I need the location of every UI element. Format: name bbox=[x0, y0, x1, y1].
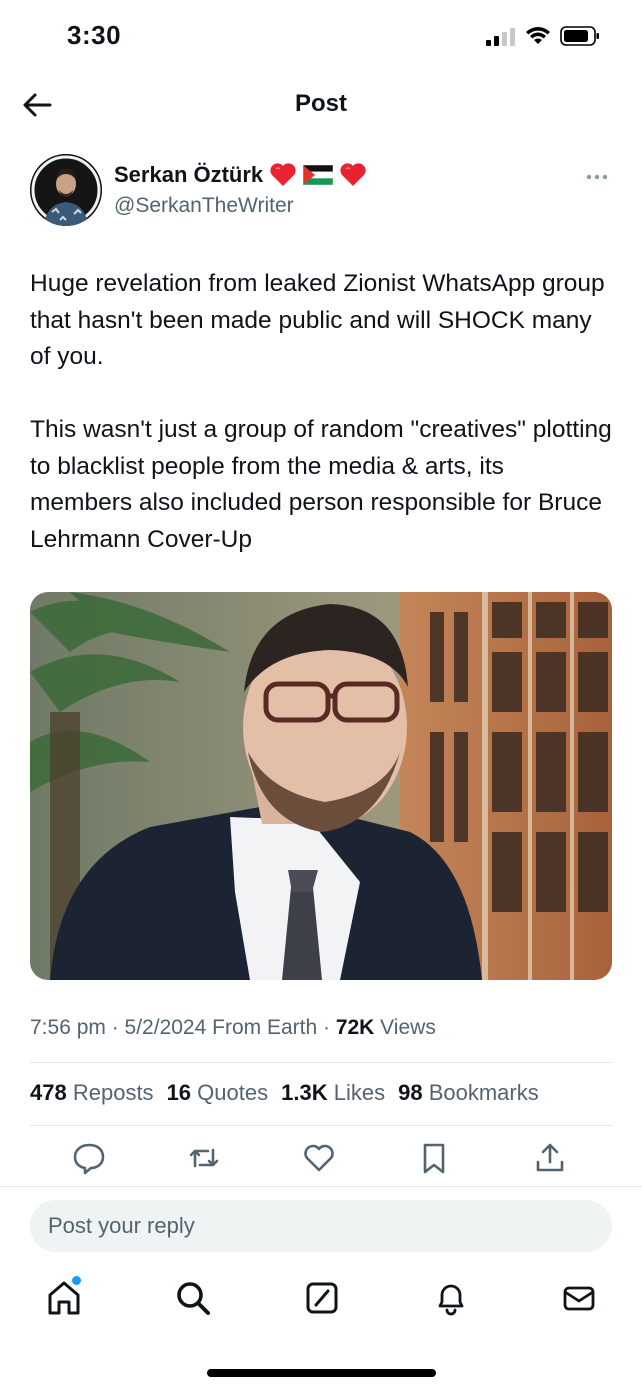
reply-placeholder: Post your reply bbox=[48, 1213, 195, 1238]
battery-icon bbox=[560, 26, 599, 46]
bookmark-icon[interactable] bbox=[416, 1140, 452, 1176]
grok-icon bbox=[306, 1282, 338, 1314]
engagement-stats: 478 Reposts 16 Quotes 1.3K Likes 98 Book… bbox=[30, 1080, 539, 1106]
author-header: Serkan Öztürk @SerkanTheWriter bbox=[30, 154, 612, 230]
status-time: 3:30 bbox=[67, 20, 122, 50]
divider bbox=[30, 1125, 612, 1126]
reply-input[interactable]: Post your reply bbox=[30, 1200, 612, 1252]
tweet-timestamp: 7:56 pm · 5/2/2024 From Earth · bbox=[30, 1016, 336, 1039]
divider bbox=[0, 1186, 642, 1187]
red-heart-icon bbox=[270, 163, 296, 186]
avatar[interactable] bbox=[30, 154, 102, 226]
repost-icon[interactable] bbox=[186, 1140, 222, 1176]
messages-icon bbox=[563, 1286, 595, 1311]
tab-search[interactable] bbox=[173, 1278, 213, 1318]
author-handle[interactable]: @SerkanTheWriter bbox=[114, 194, 294, 218]
reply-icon[interactable] bbox=[71, 1140, 107, 1176]
author-name[interactable]: Serkan Öztürk bbox=[114, 162, 367, 188]
tweet-text: Huge revelation from leaked Zionist What… bbox=[30, 270, 612, 553]
notification-dot bbox=[72, 1276, 81, 1285]
status-bar: 3:30 bbox=[0, 0, 642, 72]
tab-home[interactable] bbox=[44, 1276, 84, 1318]
palestine-flag-icon bbox=[303, 165, 334, 185]
stat-reposts[interactable]: 478 Reposts bbox=[30, 1080, 154, 1106]
divider bbox=[30, 1062, 612, 1063]
stat-bookmarks[interactable]: 98 Bookmarks bbox=[398, 1080, 539, 1106]
nav-bar: Post bbox=[0, 76, 642, 132]
views-label: Views bbox=[374, 1016, 436, 1039]
stat-likes[interactable]: 1.3K Likes bbox=[281, 1080, 385, 1106]
bottom-tab-bar bbox=[0, 1276, 642, 1324]
views-count: 72K bbox=[335, 1016, 375, 1039]
tab-grok[interactable] bbox=[302, 1278, 342, 1318]
wifi-icon bbox=[526, 27, 550, 44]
tweet-actions bbox=[30, 1140, 612, 1180]
notifications-icon bbox=[438, 1284, 464, 1316]
share-icon[interactable] bbox=[532, 1140, 568, 1176]
tab-notifications[interactable] bbox=[431, 1278, 471, 1318]
author-name-text: Serkan Öztürk bbox=[114, 162, 264, 187]
home-indicator[interactable] bbox=[207, 1369, 436, 1377]
like-icon[interactable] bbox=[301, 1140, 337, 1176]
tweet-meta: 7:56 pm · 5/2/2024 From Earth · 72K View… bbox=[30, 1016, 436, 1040]
signal-icon bbox=[486, 28, 515, 46]
red-heart-icon bbox=[340, 163, 366, 186]
stat-quotes[interactable]: 16 Quotes bbox=[167, 1080, 269, 1106]
page-title: Post bbox=[294, 90, 347, 117]
tweet-photo[interactable] bbox=[30, 592, 612, 980]
tab-messages[interactable] bbox=[559, 1278, 599, 1318]
search-icon bbox=[177, 1282, 210, 1315]
more-horizontal-icon[interactable] bbox=[584, 164, 610, 190]
